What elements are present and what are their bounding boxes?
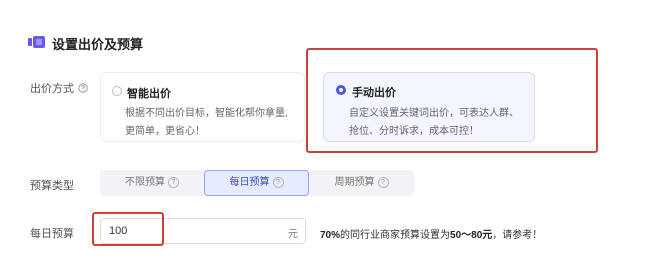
help-circle-icon[interactable]: ?	[168, 176, 179, 188]
radio-smart-bid[interactable]	[112, 86, 122, 96]
bid-method-label: 出价方式	[30, 80, 88, 96]
help-circle-icon[interactable]: ?	[272, 176, 284, 188]
annotation-box-manual-bid	[306, 48, 598, 153]
section-title: 设置出价及预算	[52, 37, 144, 52]
bid-option-smart[interactable]: 智能出价 根据不同出价目标，智能化帮你拿量, 更简单，更省心！	[100, 72, 305, 142]
smart-bid-title: 智能出价	[127, 88, 171, 100]
help-circle-icon[interactable]: ?	[377, 176, 389, 188]
budget-type-unlimited[interactable]: 不限预算?	[100, 170, 204, 196]
budget-type-segmented: 不限预算? 每日预算? 周期预算?	[100, 170, 414, 196]
budget-type-daily[interactable]: 每日预算?	[204, 170, 309, 196]
budget-type-period[interactable]: 周期预算?	[309, 170, 414, 196]
budget-type-label: 预算类型	[30, 180, 74, 192]
daily-budget-label: 每日预算	[30, 228, 74, 240]
daily-budget-unit: 元	[288, 229, 298, 240]
annotation-box-budget-value	[92, 212, 164, 246]
smart-bid-desc-line2: 更简单，更省心！	[125, 126, 205, 137]
smart-bid-desc-line1: 根据不同出价目标，智能化帮你拿量,	[125, 108, 288, 119]
budget-hint: 70%的同行业商家预算设置为50～80元，请参考！	[320, 230, 543, 241]
bid-settings-icon	[28, 36, 45, 48]
help-circle-icon[interactable]	[78, 83, 88, 93]
